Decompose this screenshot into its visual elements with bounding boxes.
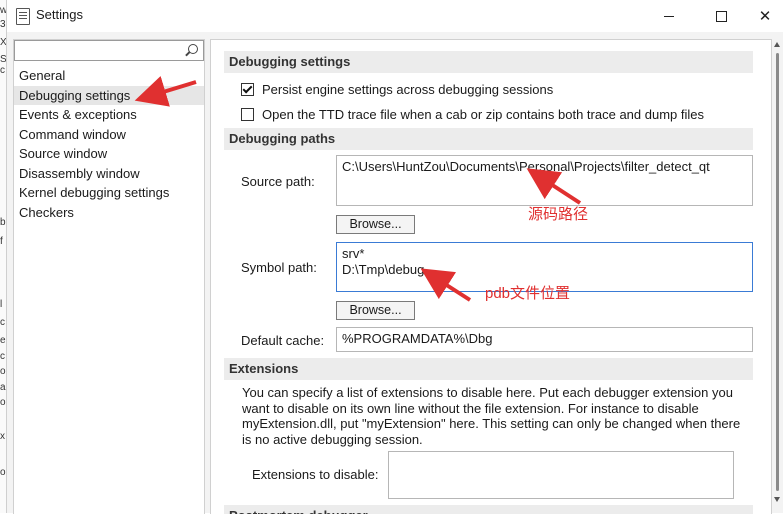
bg-glyph: o bbox=[0, 366, 6, 377]
nav-item-command-window[interactable]: Command window bbox=[14, 125, 204, 145]
default-cache-field[interactable]: %PROGRAMDATA%\Dbg bbox=[336, 327, 753, 352]
default-cache-label: Default cache: bbox=[241, 333, 325, 348]
settings-nav-pane: General Debugging settings Events & exce… bbox=[13, 39, 205, 514]
maximize-icon bbox=[715, 10, 727, 22]
bg-glyph: x bbox=[0, 431, 5, 442]
minimize-button[interactable] bbox=[646, 0, 692, 32]
bg-glyph: a bbox=[0, 382, 6, 393]
bg-glyph: b bbox=[0, 217, 6, 228]
nav-item-kernel-debugging[interactable]: Kernel debugging settings bbox=[14, 183, 204, 203]
section-header-debugging-settings: Debugging settings bbox=[224, 51, 753, 73]
bg-glyph: c bbox=[0, 65, 5, 76]
nav-item-general[interactable]: General bbox=[14, 66, 204, 86]
scroll-down-icon[interactable] bbox=[774, 497, 780, 502]
settings-document-icon bbox=[16, 8, 30, 25]
extensions-disable-label: Extensions to disable: bbox=[252, 467, 379, 482]
nav-item-disassembly-window[interactable]: Disassembly window bbox=[14, 164, 204, 184]
window-title: Settings bbox=[36, 7, 83, 22]
bg-glyph: l bbox=[0, 299, 3, 310]
content-scrollbar[interactable] bbox=[773, 39, 783, 513]
extensions-description: You can specify a list of extensions to … bbox=[242, 385, 741, 447]
bg-glyph: o bbox=[0, 467, 6, 478]
scroll-thumb[interactable] bbox=[776, 53, 779, 491]
maximize-button[interactable] bbox=[698, 0, 744, 32]
source-path-label: Source path: bbox=[241, 174, 315, 189]
persist-settings-label: Persist engine settings across debugging… bbox=[262, 82, 554, 97]
bg-glyph: e bbox=[0, 335, 6, 346]
settings-window: Settings ✕ General Debugging settings Ev… bbox=[6, 0, 783, 514]
ttd-trace-checkbox[interactable] bbox=[241, 108, 254, 121]
title-bar[interactable]: Settings ✕ bbox=[7, 0, 783, 32]
bg-glyph: c bbox=[0, 351, 5, 362]
persist-settings-checkbox[interactable] bbox=[241, 83, 254, 96]
browse-symbol-button[interactable]: Browse... bbox=[336, 301, 415, 320]
source-path-annotation: 源码路径 bbox=[528, 206, 589, 223]
close-button[interactable]: ✕ bbox=[742, 0, 783, 32]
extensions-disable-field[interactable] bbox=[388, 451, 734, 499]
scroll-up-icon[interactable] bbox=[774, 42, 780, 47]
settings-nav-list: General Debugging settings Events & exce… bbox=[14, 66, 204, 222]
pdb-location-annotation: pdb文件位置 bbox=[485, 285, 571, 302]
source-path-field[interactable]: C:\Users\HuntZou\Documents\Personal\Proj… bbox=[336, 155, 753, 206]
minimize-icon bbox=[664, 15, 674, 17]
section-header-debugging-paths: Debugging paths bbox=[224, 128, 753, 150]
nav-item-debugging-settings[interactable]: Debugging settings bbox=[14, 85, 204, 105]
settings-content-pane: Debugging settings Persist engine settin… bbox=[210, 39, 772, 514]
close-icon: ✕ bbox=[758, 7, 772, 25]
bg-glyph: c bbox=[0, 317, 5, 328]
settings-search-input[interactable] bbox=[14, 40, 204, 61]
symbol-path-label: Symbol path: bbox=[241, 260, 317, 275]
browse-source-button[interactable]: Browse... bbox=[336, 215, 415, 234]
nav-item-checkers[interactable]: Checkers bbox=[14, 203, 204, 223]
search-icon[interactable] bbox=[188, 44, 198, 54]
bg-glyph: 3 bbox=[0, 19, 6, 30]
nav-item-source-window[interactable]: Source window bbox=[14, 144, 204, 164]
nav-item-events-exceptions[interactable]: Events & exceptions bbox=[14, 105, 204, 125]
bg-glyph: f bbox=[0, 236, 3, 247]
persist-settings-option[interactable]: Persist engine settings across debugging… bbox=[241, 82, 553, 97]
bg-glyph: o bbox=[0, 397, 6, 408]
ttd-trace-option[interactable]: Open the TTD trace file when a cab or zi… bbox=[241, 107, 704, 122]
ttd-trace-label: Open the TTD trace file when a cab or zi… bbox=[262, 107, 704, 122]
section-header-extensions: Extensions bbox=[224, 358, 753, 380]
